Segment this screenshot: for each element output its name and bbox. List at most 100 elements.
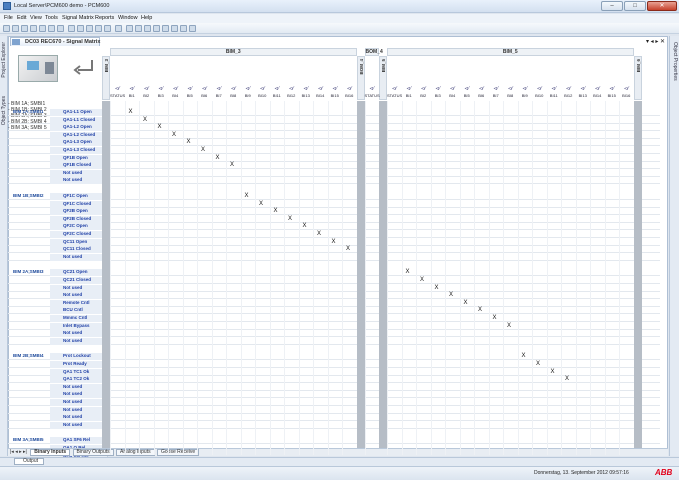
column-header[interactable]: ⊲⁄ BI15 [605,86,620,100]
help-icon[interactable] [189,25,196,32]
object-types-tab[interactable]: Object Types [1,96,7,125]
maximize-button[interactable]: □ [624,1,646,11]
column-header[interactable]: ⊲⁄ BI1 [402,86,417,100]
column-header[interactable]: ⊲⁄ BI7 [212,86,227,100]
column-header[interactable]: ⊲⁄ BI8 [226,86,241,100]
connection-mark[interactable]: X [493,315,497,321]
connection-mark[interactable]: X [245,193,249,199]
filter-icon[interactable] [104,25,111,32]
column-header[interactable]: ⊲⁄ BI4 [168,86,183,100]
connection-mark[interactable]: X [435,285,439,291]
connection-mark[interactable]: X [522,353,526,359]
matrix-view-icon[interactable] [77,25,84,32]
column-header[interactable]: ⊲⁄ BI5 [460,86,475,100]
tab-goose-receive[interactable]: Goose Receive [157,449,200,456]
column-header[interactable]: ⊲⁄ BI8 [503,86,518,100]
column-header[interactable]: ⊲⁄ BI4 [445,86,460,100]
column-header[interactable]: ⊲⁄ BI15 [328,86,343,100]
connection-mark[interactable]: X [346,246,350,252]
column-header[interactable]: ⊲⁄ BI10 [532,86,547,100]
connection-mark[interactable]: X [303,223,307,229]
cross-icon[interactable] [126,25,133,32]
column-header[interactable]: ⊲⁄ BI12 [284,86,299,100]
tab-binary-inputs[interactable]: Binary Inputs [30,449,71,456]
menu-window[interactable]: Window [118,15,138,21]
column-header[interactable]: ⊲⁄ BI1 [125,86,140,100]
connection-mark[interactable]: X [478,307,482,313]
connection-mark[interactable]: X [507,323,511,329]
column-header[interactable]: ⊲⁄ BI13 [299,86,314,100]
print-icon[interactable] [30,25,37,32]
column-header[interactable]: ⊲⁄ BI9 [518,86,533,100]
document-tab-controls[interactable]: ▾ ◂ ▸ ✕ [646,38,665,45]
new-icon[interactable] [3,25,10,32]
cut-icon[interactable] [39,25,46,32]
connection-mark[interactable]: X [172,132,176,138]
column-header[interactable]: ⊲⁄ BI11 [547,86,562,100]
column-header[interactable]: ⊲⁄ BI11 [270,86,285,100]
column-header[interactable]: ⊲⁄ BI5 [183,86,198,100]
matrix-icon[interactable] [68,25,75,32]
output-tab[interactable]: Output [14,458,44,465]
connection-mark[interactable]: X [187,139,191,145]
table-icon[interactable] [95,25,102,32]
column-header[interactable]: ⊲⁄ STATUS [110,86,125,100]
paste-icon[interactable] [57,25,64,32]
connection-mark[interactable]: X [551,369,555,375]
connection-mark[interactable]: X [565,376,569,382]
funnel-icon[interactable] [144,25,151,32]
column-header[interactable]: ⊲⁄ BI12 [561,86,576,100]
column-header[interactable]: ⊲⁄ BI7 [489,86,504,100]
menu-file[interactable]: File [4,15,13,21]
return-arrow-icon[interactable] [72,58,96,78]
column-header[interactable]: ⊲⁄ BI16 [342,86,357,100]
connection-mark[interactable]: X [201,147,205,153]
column-header[interactable]: ⊲⁄ BI2 [416,86,431,100]
connection-mark[interactable]: X [536,361,540,367]
connection-mark[interactable]: X [332,239,336,245]
menu-tools[interactable]: Tools [45,15,58,21]
column-header[interactable]: ⊲⁄ BI13 [576,86,591,100]
save-icon[interactable] [21,25,28,32]
signal-icon[interactable] [180,25,187,32]
connection-mark[interactable]: X [420,277,424,283]
connection-mark[interactable]: X [143,117,147,123]
connection-mark[interactable]: X [216,155,220,161]
close-button[interactable]: ✕ [647,1,677,11]
column-header[interactable]: ⊲⁄ BI3 [431,86,446,100]
connection-mark[interactable]: X [274,208,278,214]
column-header[interactable]: ⊲⁄ BI14 [313,86,328,100]
connection-mark[interactable]: X [259,201,263,207]
column-header[interactable]: ⊲⁄ STATUS [387,86,402,100]
document-tab[interactable]: DC03 REC670 - Signal Matrix [10,37,101,46]
column-header[interactable]: ⊲⁄ BI10 [255,86,270,100]
column-header[interactable]: ⊲⁄ BI3 [154,86,169,100]
zoom-icon[interactable] [171,25,178,32]
connection-mark[interactable]: X [317,231,321,237]
object-properties-tab[interactable]: Object Properties [672,42,678,81]
column-header[interactable]: ⊲⁄ BI16 [619,86,634,100]
menu-signal-matrix[interactable]: Signal Matrix [62,15,94,21]
connection-mark[interactable]: X [464,300,468,306]
delete-icon[interactable] [135,25,142,32]
column-header[interactable]: ⊲⁄ BI9 [241,86,256,100]
minimize-button[interactable]: – [601,1,623,11]
connection-mark[interactable]: X [449,292,453,298]
column-header[interactable]: ⊲⁄ BI14 [590,86,605,100]
column-header[interactable]: ⊲⁄ STATUS [365,86,380,100]
connection-mark[interactable]: X [406,269,410,275]
connection-mark[interactable]: X [230,162,234,168]
menu-help[interactable]: Help [141,15,152,21]
column-icon[interactable] [115,25,122,32]
column-header[interactable]: ⊲⁄ BI6 [197,86,212,100]
sheet-nav-arrows[interactable]: |◂ ◂ ▸ ▸| [10,449,27,455]
tab-binary-outputs[interactable]: Binary Outputs [72,449,114,456]
connection-mark[interactable]: X [288,216,292,222]
copy-icon[interactable] [48,25,55,32]
binoculars-icon[interactable] [162,25,169,32]
column-header[interactable]: ⊲⁄ BI2 [139,86,154,100]
tab-analog-inputs[interactable]: Analog Inputs [116,449,155,456]
menu-view[interactable]: View [30,15,42,21]
grid-icon[interactable] [86,25,93,32]
connection-mark[interactable]: X [129,109,133,115]
